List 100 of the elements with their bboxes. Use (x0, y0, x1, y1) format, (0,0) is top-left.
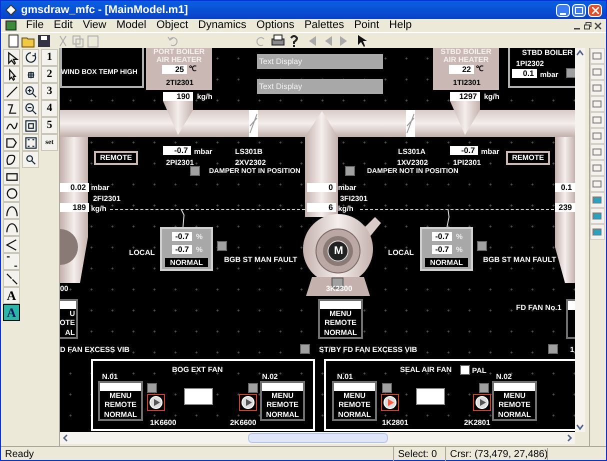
tool-button[interactable] (3, 270, 20, 287)
pressure-display: 0.02 (60, 183, 89, 192)
pressure-display: -0.7 (450, 146, 478, 155)
close-icon[interactable] (594, 22, 602, 30)
maximize-icon (575, 6, 583, 14)
pointer-icon[interactable] (355, 34, 369, 48)
palette-button[interactable] (590, 128, 605, 144)
text-display-field: Text Display (257, 79, 383, 94)
tool-button[interactable] (3, 151, 20, 168)
menu-item[interactable]: Object (151, 17, 194, 34)
tool-icon (24, 84, 38, 98)
align-icon (592, 50, 603, 62)
flow-display: 1297 (450, 92, 480, 101)
palette-button[interactable] (590, 192, 605, 208)
print-icon[interactable] (271, 34, 285, 48)
text-tool-button[interactable]: A (3, 287, 20, 304)
tool-button[interactable] (22, 49, 39, 66)
name-field (60, 301, 76, 308)
tool-button[interactable] (3, 168, 20, 185)
tool-icon (4, 272, 18, 286)
menu-item[interactable]: Options (251, 17, 300, 34)
tool-button[interactable] (3, 219, 20, 236)
align-icon (592, 162, 603, 174)
tool-button[interactable] (22, 83, 39, 100)
align-icon (592, 130, 603, 142)
vertical-scrollbar[interactable] (575, 48, 585, 432)
flow-display: 189 (60, 203, 89, 212)
close-button[interactable] (588, 4, 602, 16)
tool-button[interactable] (3, 134, 20, 151)
percent-display: -0.7 (432, 245, 452, 254)
align-icon (592, 210, 603, 222)
menu-item[interactable]: Point (349, 17, 384, 34)
tool-icon (24, 136, 38, 150)
maximize-button[interactable] (572, 4, 586, 16)
scroll-down-icon[interactable] (575, 422, 585, 432)
horizontal-scrollbar[interactable] (60, 432, 575, 444)
pump-icon[interactable] (473, 394, 491, 411)
palette-button[interactable] (590, 224, 605, 240)
pump-icon[interactable] (239, 394, 257, 411)
palette-button[interactable] (590, 48, 605, 64)
number-tool-button[interactable]: 1 (41, 49, 58, 66)
menu-item[interactable]: View (78, 17, 112, 34)
tool-icon (4, 186, 18, 200)
tool-button[interactable] (3, 100, 20, 117)
tool-button[interactable] (3, 49, 20, 66)
motor-label: M (334, 245, 344, 257)
menu-item[interactable]: Help (384, 17, 417, 34)
align-icon (592, 114, 603, 126)
tool-button[interactable] (22, 117, 39, 134)
pump-icon[interactable] (381, 394, 399, 411)
cursor-position: Crsr: (73,479, 27,486) (445, 446, 545, 461)
tool-button[interactable] (22, 100, 39, 117)
menu-item[interactable]: File (21, 17, 49, 34)
tool-button[interactable] (3, 202, 20, 219)
tool-icon (4, 204, 18, 218)
text-tool-button[interactable]: A (3, 304, 20, 321)
tool-button[interactable] (3, 185, 20, 202)
tool-button[interactable] (3, 236, 20, 253)
name-field (494, 383, 535, 390)
scroll-thumb[interactable] (248, 433, 388, 443)
tool-icon (24, 102, 38, 116)
palette-button[interactable] (590, 96, 605, 112)
menu-item[interactable]: Palettes (299, 17, 350, 34)
status-message: Ready (4, 448, 35, 461)
palette-button[interactable] (590, 160, 605, 176)
minimize-icon (560, 12, 566, 16)
palette-button[interactable] (590, 144, 605, 160)
document-icon (5, 20, 17, 31)
minimize-button[interactable] (556, 4, 570, 16)
restore-icon[interactable] (584, 22, 592, 30)
palette-button[interactable] (590, 64, 605, 80)
scroll-up-icon[interactable] (575, 48, 585, 58)
tool-button[interactable] (3, 83, 20, 100)
palette-button[interactable] (590, 176, 605, 192)
palette-button[interactable] (590, 208, 605, 224)
pressure-display: -0.7 (163, 146, 191, 155)
menu-item[interactable]: Dynamics (193, 17, 252, 34)
menu-item[interactable]: Model (111, 17, 152, 34)
percent-display: -0.7 (432, 232, 452, 241)
palette-button[interactable] (590, 112, 605, 128)
save-icon[interactable] (37, 34, 51, 48)
name-field (334, 383, 375, 390)
number-tool-button[interactable]: 3 (41, 83, 58, 100)
align-icon (592, 226, 603, 238)
tool-button[interactable] (22, 151, 39, 168)
menu-item[interactable]: Edit (48, 17, 78, 34)
number-tool-button[interactable]: 5 (41, 117, 58, 134)
tool-button[interactable] (3, 117, 20, 134)
close-icon (592, 6, 598, 14)
tool-button[interactable] (3, 66, 20, 83)
value-display: 0.1 (512, 69, 537, 78)
tool-button[interactable] (22, 66, 39, 83)
number-tool-button[interactable]: 4 (41, 100, 58, 117)
tool-button[interactable] (22, 134, 39, 151)
align-icon (592, 178, 603, 190)
palette-button[interactable] (590, 80, 605, 96)
number-tool-button[interactable]: 2 (41, 66, 58, 83)
new-file-icon[interactable] (6, 34, 20, 48)
pump-icon[interactable] (147, 394, 165, 411)
air-heater-block (146, 48, 212, 90)
